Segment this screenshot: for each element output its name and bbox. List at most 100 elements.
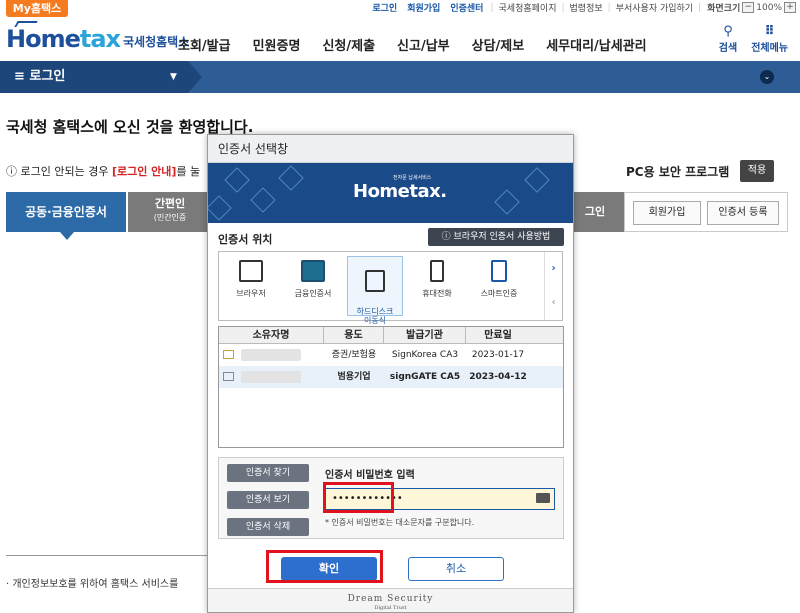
location-smart[interactable]: 스마트인증	[471, 256, 527, 316]
roof-icon	[14, 21, 38, 27]
lock-icon	[208, 195, 232, 221]
cert-icon	[223, 372, 234, 381]
header-icons: ⚲ 검색 ⠿ 전체메뉴	[718, 24, 788, 55]
col-issuer[interactable]: 발급기관	[384, 327, 466, 343]
location-label-harddisk: 하드디스크 이동식	[356, 307, 394, 325]
law-info-link[interactable]: 법령정보	[570, 1, 603, 14]
location-bar: ≡ 로그인 ▼ ⌄	[0, 61, 800, 93]
cancel-button[interactable]: 취소	[408, 557, 504, 581]
location-phone[interactable]: 휴대전화	[409, 256, 465, 316]
location-browser[interactable]: 브라우저	[223, 256, 279, 316]
password-label: 인증서 비밀번호 입력	[325, 470, 415, 481]
divider: |	[561, 2, 565, 13]
divider: |	[607, 2, 611, 13]
nav-consult[interactable]: 상담/제보	[472, 35, 525, 54]
cert-select-dialog: 인증서 선택창 Hometax. 전자문 납세서비스 인증서 위치 ⓘ 브라우저 …	[207, 134, 574, 613]
divider: |	[490, 2, 494, 13]
tab-simple-auth[interactable]: 간편인 (민간인증	[128, 192, 212, 232]
location-scroll: › ‹	[544, 252, 562, 320]
tab-other-login[interactable]: 그인	[566, 192, 624, 232]
cell-issuer: signGATE CA5	[389, 372, 461, 382]
login-link[interactable]: 로그인	[372, 1, 397, 14]
cell-expiry: 2023-01-17	[471, 350, 525, 360]
header: Hometax 국세청홈택스 조회/발급 민원증명 신청/제출 신고/납부 상담…	[0, 17, 800, 61]
hometax-logo[interactable]: Hometax 국세청홈택스	[6, 21, 189, 53]
top-links: 로그인 회원가입 인증센터 | 국세청홈페이지 | 법령정보 | 부서사용자 가…	[367, 1, 796, 14]
owner-redacted	[241, 371, 301, 383]
zoom-in-button[interactable]: +	[784, 2, 796, 13]
location-harddisk[interactable]: 하드디스크 이동식	[347, 256, 403, 325]
cert-icon	[223, 350, 234, 359]
table-row-selected[interactable]: 범용기업 signGATE CA5 2023-04-12	[219, 366, 563, 388]
all-menu-button[interactable]: ⠿ 전체메뉴	[751, 24, 788, 55]
location-financial[interactable]: 금융인증서	[285, 256, 341, 316]
chevron-left-icon[interactable]: ‹	[545, 286, 562, 320]
menu-label: 전체메뉴	[751, 43, 788, 54]
financial-cert-icon	[301, 260, 325, 282]
top-strip: My홈택스 로그인 회원가입 인증센터 | 국세청홈페이지 | 법령정보 | 부…	[0, 0, 800, 17]
browser-guide-button[interactable]: ⓘ 브라우저 인증서 사용방법	[428, 228, 564, 246]
delete-cert-button[interactable]: 인증서 삭제	[227, 518, 309, 536]
nts-home-link[interactable]: 국세청홈페이지	[499, 1, 557, 14]
zoom-out-button[interactable]: −	[742, 2, 755, 13]
hex-decoration	[250, 187, 276, 213]
nav-agent[interactable]: 세무대리/납세관리	[546, 35, 646, 54]
nav-inquiry[interactable]: 조회/발급	[178, 35, 231, 54]
dialog-title: 인증서 선택창	[208, 135, 573, 163]
vendor-tagline: Digital Trust	[374, 605, 407, 611]
logo-wordmark: Hometax	[6, 25, 121, 53]
tab-joint-financial-cert[interactable]: 공동·금융인증서	[6, 192, 126, 240]
location-label-phone: 휴대전화	[422, 289, 452, 298]
banner-logo: Hometax. 전자문 납세서비스	[353, 175, 447, 202]
col-expiry[interactable]: 만료일	[466, 327, 530, 343]
chevron-right-icon[interactable]: ›	[545, 252, 562, 286]
smart-cert-icon	[491, 260, 507, 282]
hex-decoration	[494, 189, 520, 215]
cert-center-link[interactable]: 인증센터	[450, 1, 483, 14]
chevron-down-icon[interactable]: ▼	[170, 61, 177, 93]
table-row[interactable]: 증권/보험용 SignKorea CA3 2023-01-17	[219, 344, 563, 366]
search-label: 검색	[718, 43, 738, 54]
breadcrumb: ≡ 로그인	[0, 61, 202, 93]
login-notice: ⓘ 로그인 안되는 경우 [로그인 안내]를 눌	[6, 165, 201, 178]
nav-certificates[interactable]: 민원증명	[253, 35, 301, 54]
cell-expiry: 2023-04-12	[469, 372, 527, 382]
grid-icon: ⠿	[764, 24, 775, 39]
expand-icon[interactable]: ⌄	[760, 70, 774, 84]
login-guide-link[interactable]: [로그인 안내]	[112, 165, 176, 178]
col-usage[interactable]: 용도	[324, 327, 384, 343]
cert-register-button[interactable]: 인증서 등록	[707, 201, 779, 225]
divider	[6, 555, 216, 556]
main-nav: 조회/발급 민원증명 신청/제출 신고/납부 상담/제보 세무대리/납세관리	[178, 35, 647, 54]
cert-action-buttons: 인증서 찾기 인증서 보기 인증서 삭제	[227, 464, 309, 545]
my-hometax-tab[interactable]: My홈택스	[6, 0, 68, 17]
highlight-confirm	[266, 550, 383, 583]
cell-usage: 증권/보험용	[331, 350, 377, 360]
search-button[interactable]: ⚲ 검색	[718, 25, 738, 55]
hex-decoration	[278, 165, 304, 191]
keyboard-icon[interactable]	[536, 493, 550, 503]
location-label: 인증서 위치	[218, 233, 273, 246]
signup-link[interactable]: 회원가입	[407, 1, 440, 14]
find-cert-button[interactable]: 인증서 찾기	[227, 464, 309, 482]
password-note: * 인증서 비밀번호는 대소문자를 구분합니다.	[325, 518, 475, 527]
view-cert-button[interactable]: 인증서 보기	[227, 491, 309, 509]
cell-issuer: SignKorea CA3	[391, 350, 459, 360]
col-owner[interactable]: 소유자명	[219, 327, 324, 343]
dept-user-link[interactable]: 부서사용자 가입하기	[616, 1, 693, 14]
divider: |	[698, 2, 702, 13]
dialog-footer: Dream Security Digital Trust	[208, 588, 573, 612]
info-icon: ⓘ	[6, 165, 21, 178]
privacy-note: · 개인정보보호를 위하여 홈택스 서비스를	[6, 579, 179, 590]
location-label-browser: 브라우저	[236, 289, 266, 298]
join-button[interactable]: 회원가입	[633, 201, 701, 225]
nav-filing[interactable]: 신고/납부	[397, 35, 450, 54]
apply-button[interactable]: 적용	[740, 160, 774, 182]
hex-decoration	[224, 167, 250, 193]
pc-security-label: PC용 보안 프로그램	[626, 165, 730, 179]
nav-application[interactable]: 신청/제출	[322, 35, 375, 54]
location-label-smart: 스마트인증	[480, 289, 518, 298]
browser-icon	[239, 260, 263, 282]
cell-usage: 범용기업	[337, 372, 371, 382]
tab-actions: 회원가입 인증서 등록	[624, 192, 788, 232]
